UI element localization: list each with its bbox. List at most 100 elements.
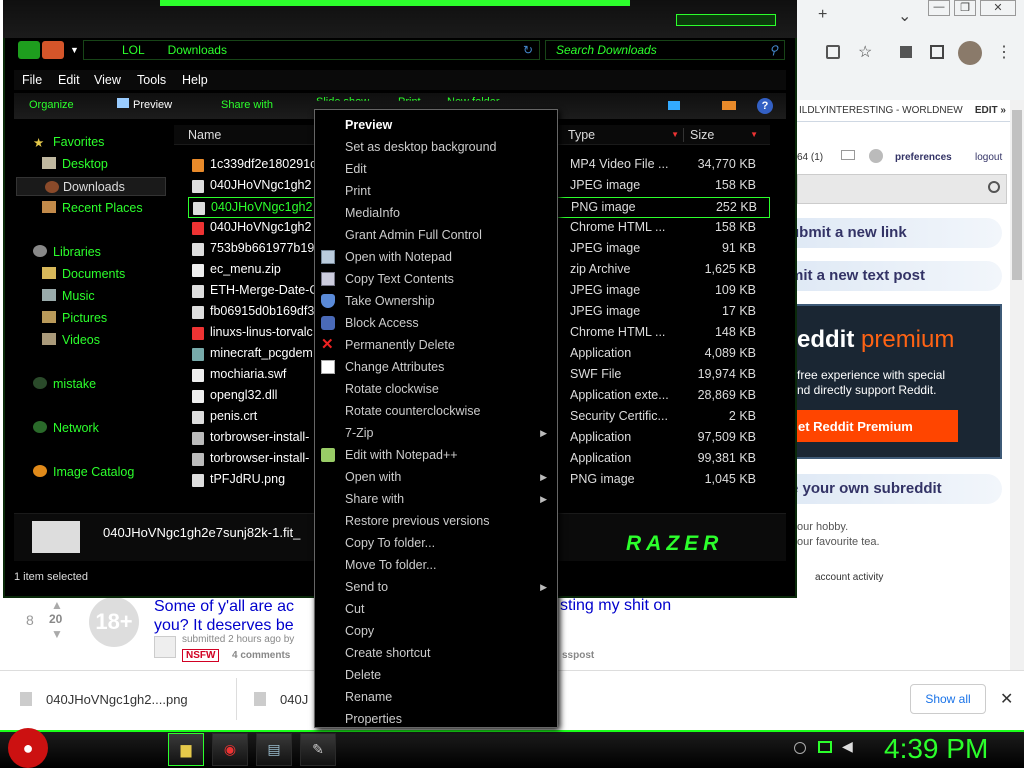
tab-search-chevron[interactable]: ⌄ — [898, 6, 911, 26]
menu-tools[interactable]: Tools — [137, 73, 166, 87]
profile-avatar[interactable] — [958, 41, 982, 65]
explorer-taskbar-icon[interactable]: ▆ — [168, 733, 204, 766]
share-with-button[interactable]: Share with — [221, 99, 273, 111]
context-menu-item[interactable]: Open with ▶ — [315, 466, 557, 488]
menu-edit[interactable]: Edit — [58, 73, 80, 87]
context-menu-item[interactable]: Properties — [315, 708, 557, 730]
context-menu-item[interactable]: Take Ownership — [315, 290, 557, 312]
context-menu-item[interactable]: Change Attributes — [315, 356, 557, 378]
system-clock[interactable]: 4:39 PM — [884, 733, 988, 765]
back-arrow-icon[interactable] — [18, 41, 40, 59]
reddit-search-input[interactable] — [797, 174, 1007, 204]
context-menu-item[interactable]: ✕ Permanently Delete — [315, 334, 557, 356]
upvote-arrow-icon[interactable]: ▲ — [51, 598, 63, 612]
post-title-line-1[interactable]: Some of y'all are ac — [154, 597, 324, 616]
nav-favorites[interactable]: ★ Favorites — [33, 135, 104, 150]
download-item-1[interactable]: 040JHoVNgc1gh2....png — [20, 692, 188, 707]
download-item-2[interactable]: 040J — [254, 692, 308, 707]
breadcrumb-downloads[interactable]: Downloads — [168, 43, 227, 57]
nav-downloads[interactable]: Downloads — [16, 177, 166, 196]
maximize-button[interactable]: ❐ — [954, 0, 976, 16]
context-menu-item[interactable]: Move To folder... — [315, 554, 557, 576]
chrome-menu-icon[interactable]: ⋮ — [996, 42, 1012, 62]
preview-button[interactable]: Preview — [117, 98, 172, 111]
mail-icon[interactable] — [841, 150, 855, 160]
chat-icon[interactable] — [869, 149, 883, 163]
nav-desktop[interactable]: Desktop — [42, 157, 108, 171]
column-name[interactable]: Name — [188, 128, 221, 142]
nav-recent[interactable]: Recent Places — [42, 201, 143, 215]
logout-link[interactable]: logout — [975, 152, 1002, 163]
downvote-arrow-icon[interactable]: ▼ — [51, 627, 63, 641]
history-dropdown-icon[interactable]: ▼ — [70, 45, 79, 55]
column-size[interactable]: Size ▼ — [690, 128, 762, 142]
help-icon[interactable]: ? — [757, 98, 773, 114]
share-icon[interactable] — [826, 45, 840, 59]
preview-pane-icon[interactable] — [722, 101, 736, 110]
submit-link-button[interactable]: ubmit a new link — [790, 218, 1002, 248]
window-controls[interactable] — [676, 14, 776, 26]
comments-link[interactable]: 4 comments — [232, 650, 290, 661]
show-all-button[interactable]: Show all — [910, 684, 986, 714]
context-menu-item[interactable]: Set as desktop background — [315, 136, 557, 158]
close-downloads-button[interactable]: ✕ — [1000, 689, 1013, 709]
context-menu-item[interactable]: Edit with Notepad++ — [315, 444, 557, 466]
volume-icon[interactable]: ◀ — [842, 738, 853, 755]
nav-pictures[interactable]: Pictures — [42, 311, 107, 325]
context-menu-item[interactable]: Rotate counterclockwise — [315, 400, 557, 422]
edit-link[interactable]: EDIT » — [975, 105, 1006, 116]
context-menu-item[interactable]: Copy To folder... — [315, 532, 557, 554]
post-title-line-2[interactable]: you? It deserves be — [154, 616, 324, 635]
nav-videos[interactable]: Videos — [42, 333, 100, 347]
nsfw-thumbnail[interactable]: 18+ — [89, 597, 139, 647]
context-menu-item[interactable]: Preview — [315, 114, 557, 136]
nav-music[interactable]: Music — [42, 289, 95, 303]
nav-libraries[interactable]: Libraries — [33, 245, 101, 259]
context-menu-item[interactable]: Grant Admin Full Control — [315, 224, 557, 246]
context-menu-item[interactable]: Block Access — [315, 312, 557, 334]
context-menu-item[interactable]: Copy Text Contents — [315, 268, 557, 290]
new-tab-button[interactable]: + — [818, 6, 827, 24]
extensions-icon[interactable] — [900, 46, 912, 58]
context-menu-item[interactable]: MediaInfo — [315, 202, 557, 224]
context-menu-item[interactable]: Rotate clockwise — [315, 378, 557, 400]
context-menu-item[interactable]: Print — [315, 180, 557, 202]
context-menu-item[interactable]: Send to ▶ — [315, 576, 557, 598]
scrollbar-thumb[interactable] — [1012, 110, 1022, 280]
nav-documents[interactable]: Documents — [42, 267, 125, 281]
account-activity-link[interactable]: account activity — [815, 572, 883, 583]
network-tray-icon[interactable] — [818, 741, 832, 753]
view-options-icon[interactable] — [668, 101, 680, 110]
nav-network[interactable]: Network — [33, 421, 99, 435]
chrome-taskbar-icon[interactable]: ◉ — [212, 733, 248, 766]
start-button-angry-bird-icon[interactable]: ● — [8, 728, 48, 768]
menu-file[interactable]: File — [22, 73, 42, 87]
explorer-search-input[interactable]: Search Downloads ⚲ — [545, 40, 785, 60]
breadcrumb-lol[interactable]: LOL — [122, 43, 144, 57]
menu-help[interactable]: Help — [182, 73, 208, 87]
context-menu-item[interactable]: Restore previous versions — [315, 510, 557, 532]
expando-button[interactable] — [154, 636, 176, 658]
preferences-link[interactable]: preferences — [895, 152, 952, 163]
context-menu-item[interactable]: Create shortcut — [315, 642, 557, 664]
nav-mistake[interactable]: mistake — [33, 377, 96, 391]
organize-button[interactable]: Organize — [29, 99, 74, 111]
context-menu-item[interactable]: Copy — [315, 620, 557, 642]
repost-link[interactable]: sspost — [562, 650, 594, 661]
context-menu-item[interactable]: Edit — [315, 158, 557, 180]
context-menu-item[interactable]: Rename — [315, 686, 557, 708]
page-scrollbar[interactable] — [1010, 100, 1024, 670]
bookmark-star-icon[interactable]: ☆ — [858, 42, 872, 62]
context-menu-item[interactable]: 7-Zip ▶ — [315, 422, 557, 444]
nav-image-catalog[interactable]: Image Catalog — [33, 465, 134, 479]
notepad-taskbar-icon[interactable]: ▤ — [256, 733, 292, 766]
post-title[interactable]: Some of y'all are ac you? It deserves be — [154, 597, 324, 635]
minimize-button[interactable]: — — [928, 0, 950, 16]
submit-text-button[interactable]: mit a new text post — [790, 261, 1002, 291]
create-subreddit-button[interactable]: e your own subreddit — [790, 474, 1002, 504]
context-menu-item[interactable]: Delete — [315, 664, 557, 686]
refresh-icon[interactable]: ↻ — [523, 43, 533, 57]
post-title-right[interactable]: sting my shit on — [560, 597, 671, 615]
address-bar[interactable]: LOL Downloads ↻ — [83, 40, 540, 60]
paint-taskbar-icon[interactable]: ✎ — [300, 733, 336, 766]
